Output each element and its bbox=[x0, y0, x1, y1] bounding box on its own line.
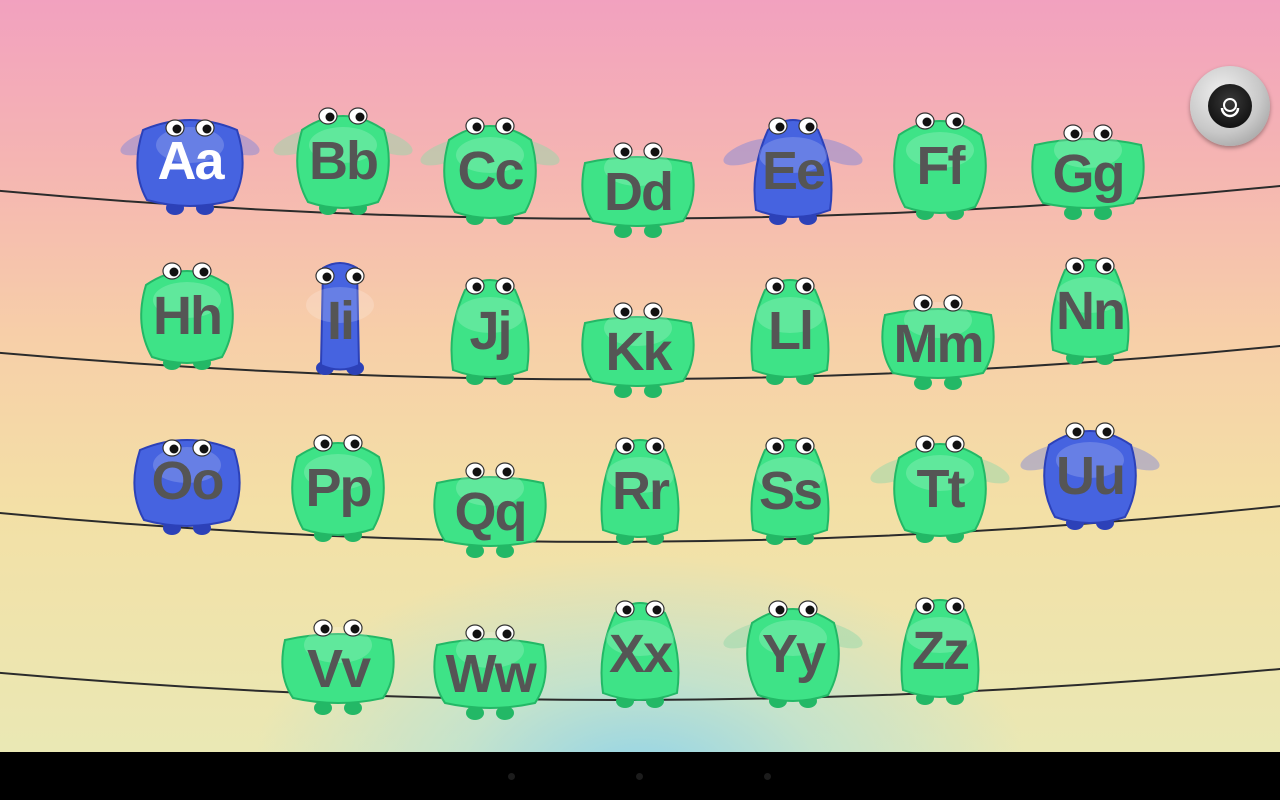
monster-body bbox=[306, 262, 374, 375]
monster-body bbox=[273, 107, 413, 215]
monster-body bbox=[900, 597, 980, 705]
letter-monster-d[interactable]: Dd bbox=[573, 113, 703, 243]
letter-monster-b[interactable]: Bb bbox=[273, 90, 413, 220]
monster-body bbox=[1031, 124, 1145, 220]
letter-monster-k[interactable]: Kk bbox=[573, 273, 703, 403]
monster-body bbox=[581, 302, 695, 398]
monster-body bbox=[600, 437, 680, 545]
home-icon[interactable] bbox=[636, 773, 643, 780]
letter-monster-t[interactable]: Tt bbox=[870, 418, 1010, 548]
letter-monster-i[interactable]: Ii bbox=[275, 250, 405, 380]
monster-body bbox=[870, 435, 1010, 543]
letter-monster-l[interactable]: Ll bbox=[725, 260, 855, 390]
letter-monster-f[interactable]: Ff bbox=[875, 95, 1005, 225]
letter-monster-z[interactable]: Zz bbox=[875, 580, 1005, 710]
letter-monster-x[interactable]: Xx bbox=[575, 583, 705, 713]
letter-monster-p[interactable]: Pp bbox=[273, 417, 403, 547]
monster-body bbox=[420, 117, 560, 225]
letter-monster-c[interactable]: Cc bbox=[420, 100, 560, 230]
settings-knob-icon bbox=[1208, 84, 1252, 128]
monster-body bbox=[433, 624, 547, 720]
monster-body bbox=[600, 600, 680, 708]
monster-body bbox=[723, 600, 863, 708]
monster-body bbox=[120, 119, 260, 215]
letter-monster-e[interactable]: Ee bbox=[723, 100, 863, 230]
letter-monster-v[interactable]: Vv bbox=[273, 590, 403, 720]
letter-monster-o[interactable]: Oo bbox=[122, 410, 252, 540]
letter-monster-w[interactable]: Ww bbox=[425, 595, 555, 725]
letter-monster-u[interactable]: Uu bbox=[1020, 405, 1160, 535]
letter-monster-h[interactable]: Hh bbox=[122, 245, 252, 375]
letter-monster-j[interactable]: Jj bbox=[425, 260, 555, 390]
letter-monster-r[interactable]: Rr bbox=[575, 420, 705, 550]
monster-body bbox=[433, 462, 547, 558]
monster-body bbox=[881, 294, 995, 390]
monster-body bbox=[281, 619, 395, 715]
monster-body bbox=[1020, 422, 1160, 530]
letter-monster-n[interactable]: Nn bbox=[1025, 240, 1155, 370]
monster-body bbox=[750, 437, 830, 545]
recents-icon[interactable] bbox=[764, 773, 771, 780]
monster-body bbox=[893, 112, 987, 220]
monster-body bbox=[291, 434, 385, 542]
system-nav-bar bbox=[0, 752, 1280, 800]
back-icon[interactable] bbox=[508, 773, 515, 780]
monster-body bbox=[723, 117, 863, 225]
monster-body bbox=[133, 439, 241, 535]
monster-body bbox=[140, 262, 234, 370]
letter-monster-m[interactable]: Mm bbox=[873, 265, 1003, 395]
letter-monster-y[interactable]: Yy bbox=[723, 583, 863, 713]
alphabet-game-board: Aa Bb Cc Dd Ee Ff Gg Hh Ii Jj Kk Ll Mm N… bbox=[0, 0, 1280, 752]
settings-button[interactable] bbox=[1190, 66, 1270, 146]
letter-monster-q[interactable]: Qq bbox=[425, 433, 555, 563]
monster-body bbox=[450, 277, 530, 385]
monster-body bbox=[581, 142, 695, 238]
monster-body bbox=[1050, 257, 1130, 365]
letter-monster-s[interactable]: Ss bbox=[725, 420, 855, 550]
monster-body bbox=[750, 277, 830, 385]
letter-monster-a[interactable]: Aa bbox=[120, 90, 260, 220]
letter-monster-g[interactable]: Gg bbox=[1023, 95, 1153, 225]
